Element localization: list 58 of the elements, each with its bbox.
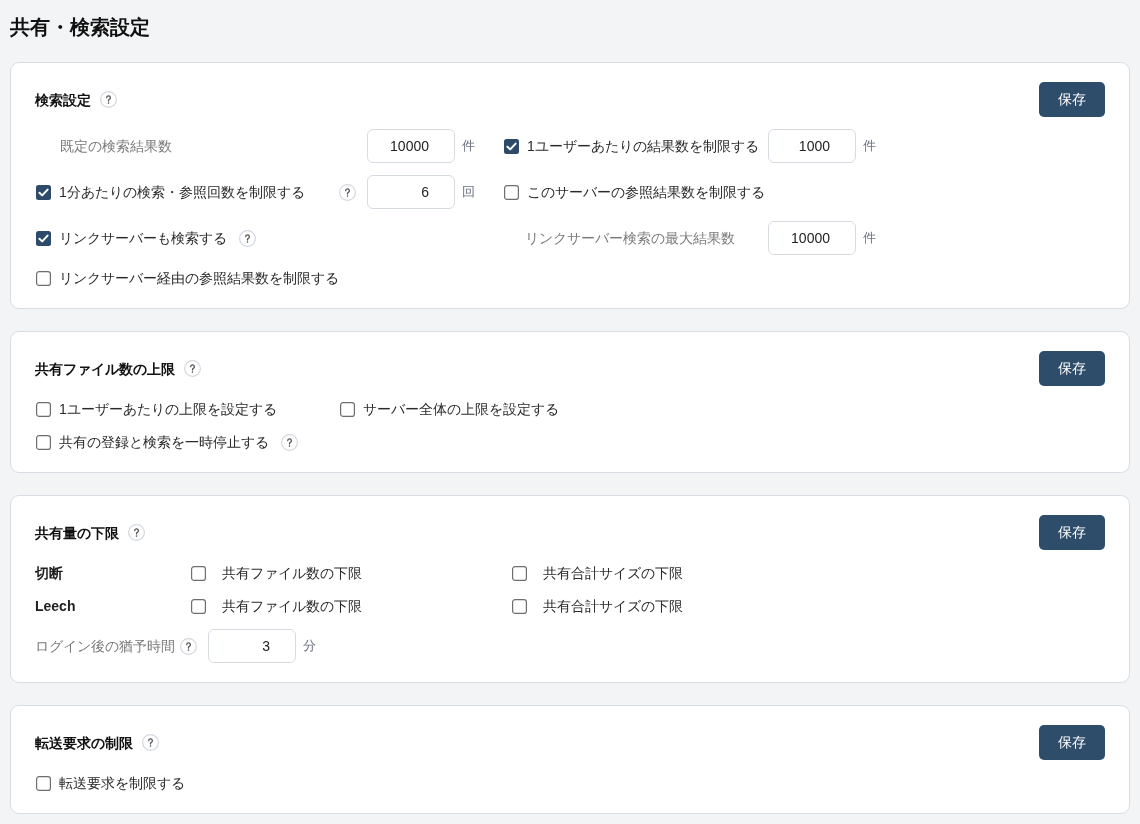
checkbox-label: 1ユーザーあたりの結果数を制限する [527, 137, 759, 156]
number-field[interactable]: 6 [367, 175, 455, 209]
help-icon[interactable] [100, 91, 117, 108]
unit-label: 回 [462, 183, 475, 201]
checkbox-label: リンクサーバーも検索する [59, 229, 227, 248]
save-button[interactable]: 保存 [1039, 515, 1105, 550]
unit-label: 分 [303, 637, 316, 655]
checkbox-label: 共有ファイル数の下限 [222, 564, 362, 583]
save-button[interactable]: 保存 [1039, 82, 1105, 117]
help-icon[interactable] [184, 360, 201, 377]
help-icon[interactable] [128, 524, 145, 541]
section-title: 検索設定 [35, 90, 91, 110]
field-label: ログイン後の猶予時間 [35, 637, 175, 656]
checkbox-label: 1分あたりの検索・参照回数を制限する [59, 183, 305, 202]
number-field[interactable]: 10000 [768, 221, 856, 255]
help-icon[interactable] [239, 229, 256, 247]
checkbox[interactable] [36, 230, 51, 246]
checkbox[interactable] [36, 270, 51, 286]
checkbox-label: リンクサーバー経由の参照結果数を制限する [59, 269, 339, 288]
checkbox-label: 共有合計サイズの下限 [543, 564, 683, 583]
checkbox-label: このサーバーの参照結果数を制限する [527, 183, 765, 202]
checkbox[interactable] [36, 775, 51, 791]
checkbox[interactable] [36, 434, 51, 450]
number-field[interactable]: 1000 [768, 129, 856, 163]
unit-label: 件 [863, 137, 876, 155]
checkbox-label: 共有の登録と検索を一時停止する [59, 433, 269, 452]
page-title: 共有・検索設定 [10, 15, 151, 40]
unit-label: 件 [462, 137, 475, 155]
checkbox[interactable] [340, 401, 355, 417]
number-field[interactable]: 3 [208, 629, 296, 663]
unit-label: 件 [863, 229, 876, 247]
checkbox[interactable] [504, 184, 519, 200]
field-label: リンクサーバー検索の最大結果数 [525, 229, 735, 248]
checkbox-label: 共有合計サイズの下限 [543, 597, 683, 616]
help-icon[interactable] [281, 433, 298, 451]
checkbox-label: サーバー全体の上限を設定する [363, 400, 559, 419]
checkbox[interactable] [512, 565, 527, 581]
help-icon[interactable] [142, 734, 159, 751]
checkbox[interactable] [512, 598, 527, 614]
save-button[interactable]: 保存 [1039, 725, 1105, 760]
row-label: Leech [35, 597, 77, 616]
checkbox-label: 共有ファイル数の下限 [222, 597, 362, 616]
checkbox-label: 1ユーザーあたりの上限を設定する [59, 400, 277, 419]
checkbox[interactable] [191, 565, 206, 581]
save-button[interactable]: 保存 [1039, 351, 1105, 386]
number-field[interactable]: 10000 [367, 129, 455, 163]
help-icon[interactable] [339, 183, 356, 201]
row-label: 切断 [35, 564, 64, 583]
section-title: 転送要求の制限 [35, 733, 133, 753]
field-label: 既定の検索結果数 [60, 137, 172, 156]
section-title: 共有ファイル数の上限 [35, 359, 175, 379]
checkbox[interactable] [36, 184, 51, 200]
checkbox-label: 転送要求を制限する [59, 774, 185, 793]
checkbox[interactable] [191, 598, 206, 614]
help-icon[interactable] [180, 637, 197, 655]
checkbox[interactable] [36, 401, 51, 417]
section-title: 共有量の下限 [35, 523, 119, 543]
checkbox[interactable] [504, 138, 519, 154]
